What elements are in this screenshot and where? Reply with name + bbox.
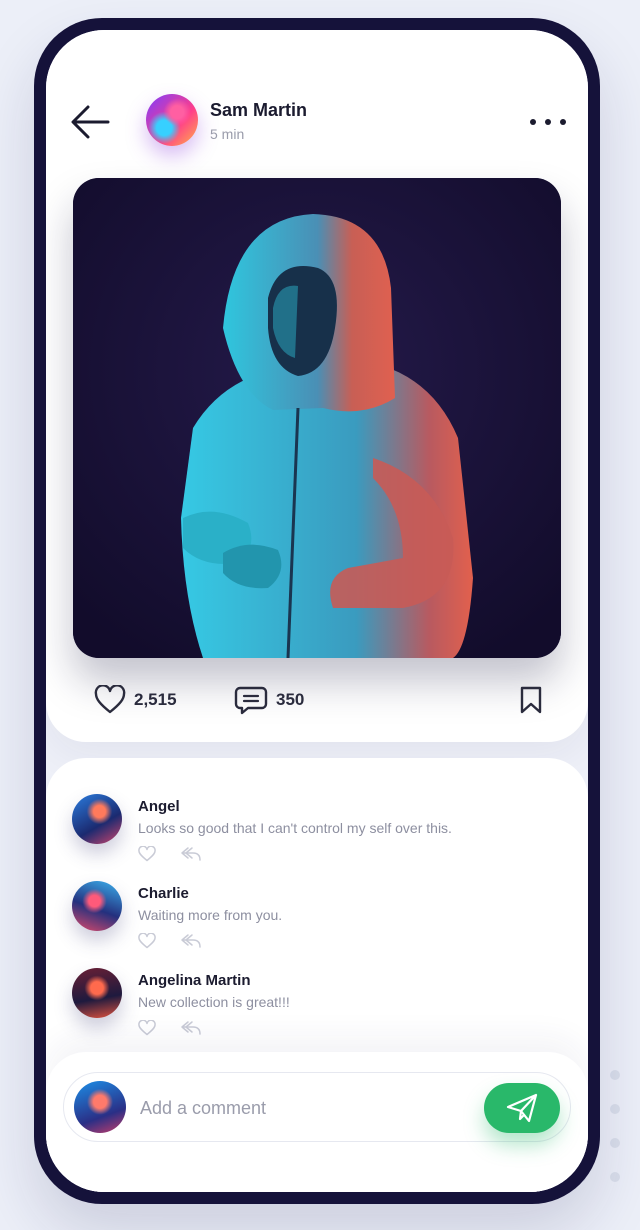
more-horizontal-icon <box>530 119 536 125</box>
arrow-left-icon <box>71 105 110 139</box>
author-avatar[interactable] <box>146 94 198 146</box>
author-name[interactable]: Sam Martin <box>210 100 307 121</box>
comment-item: Charlie Waiting more from you. <box>72 881 552 961</box>
commenter-avatar[interactable] <box>72 968 122 1018</box>
post-image <box>73 178 561 658</box>
post-photo[interactable] <box>73 178 561 658</box>
commenter-avatar[interactable] <box>72 794 122 844</box>
phone-frame: Sam Martin 5 min 2,515 350 Angel Looks s… <box>34 18 600 1204</box>
comment-text: Waiting more from you. <box>138 907 283 923</box>
comment-text: New collection is great!!! <box>138 994 290 1010</box>
post-stats: 2,515 350 <box>94 682 544 718</box>
commenter-name[interactable]: Angelina Martin <box>138 972 251 989</box>
current-user-avatar <box>74 1081 126 1133</box>
heart-icon[interactable] <box>138 933 156 949</box>
like-button[interactable]: 2,515 <box>94 682 177 718</box>
comment-item: Angelina Martin New collection is great!… <box>72 968 552 1048</box>
heart-icon[interactable] <box>138 846 156 862</box>
comments-button[interactable]: 350 <box>234 682 304 718</box>
comment-actions <box>138 933 202 949</box>
commenter-name[interactable]: Angel <box>138 798 180 815</box>
more-options-button[interactable] <box>530 116 566 128</box>
chat-bubble-icon <box>234 686 268 715</box>
like-count: 2,515 <box>134 690 177 709</box>
reply-icon[interactable] <box>180 1020 202 1036</box>
comment-input[interactable] <box>140 1095 460 1121</box>
bookmark-button[interactable] <box>518 686 544 714</box>
commenter-avatar[interactable] <box>72 881 122 931</box>
paper-plane-icon <box>506 1093 538 1123</box>
heart-icon <box>94 685 126 714</box>
comment-actions <box>138 846 202 862</box>
reply-icon[interactable] <box>180 846 202 862</box>
phone-screen: Sam Martin 5 min 2,515 350 Angel Looks s… <box>46 30 588 1192</box>
send-button[interactable] <box>484 1083 560 1133</box>
comment-input-container <box>63 1072 571 1142</box>
comment-text: Looks so good that I can't control my se… <box>138 820 452 836</box>
comment-count: 350 <box>276 690 305 709</box>
back-button[interactable] <box>68 102 114 142</box>
post-timestamp: 5 min <box>210 126 245 142</box>
post-card: Sam Martin 5 min 2,515 350 <box>46 30 588 742</box>
heart-icon[interactable] <box>138 1020 156 1036</box>
comment-item: Angel Looks so good that I can't control… <box>72 794 552 874</box>
reply-icon[interactable] <box>180 933 202 949</box>
comment-composer <box>46 1052 588 1192</box>
commenter-name[interactable]: Charlie <box>138 885 189 902</box>
comment-actions <box>138 1020 202 1036</box>
bookmark-icon <box>520 686 542 714</box>
